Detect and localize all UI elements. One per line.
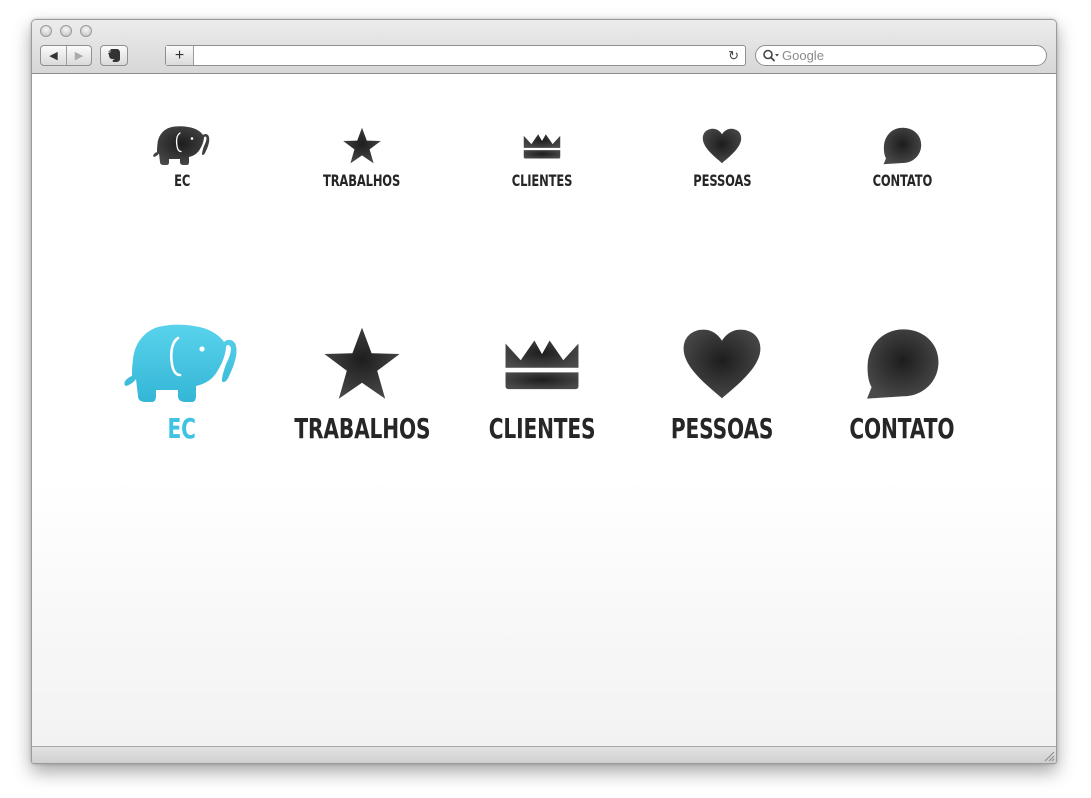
- nav-large-item-clientes[interactable]: CLIENTES: [462, 324, 622, 445]
- nav-large-label: PESSOAS: [670, 412, 774, 445]
- speech-bubble-icon: [864, 324, 940, 404]
- crown-icon: [523, 134, 561, 159]
- heart-icon: [682, 324, 762, 404]
- nav-small-label: CONTATO: [872, 171, 932, 190]
- nav-small-item-ec[interactable]: EC: [137, 126, 227, 190]
- address-bar[interactable]: + ↻: [165, 45, 746, 66]
- nav-large-item-pessoas[interactable]: PESSOAS: [642, 324, 802, 445]
- minimize-window-button[interactable]: [60, 25, 72, 37]
- nav-small-label: TRABALHOS: [323, 171, 401, 190]
- search-input[interactable]: [782, 47, 1037, 64]
- evernote-extension-button[interactable]: [100, 45, 128, 66]
- nav-large-item-trabalhos[interactable]: TRABALHOS: [282, 324, 442, 445]
- nav-small-item-trabalhos[interactable]: TRABALHOS: [302, 126, 422, 190]
- forward-button[interactable]: ▶: [65, 46, 91, 65]
- star-icon: [322, 324, 402, 404]
- nav-large-item-ec[interactable]: EC: [122, 324, 242, 445]
- status-bar: [32, 746, 1056, 763]
- elephant-icon: [152, 126, 212, 166]
- search-icon: [763, 49, 779, 62]
- page-content: EC TRABALHOS CLIENTES PESSOAS CONTATO EC…: [32, 74, 1056, 747]
- browser-toolbar: ◀ ▶ + ↻: [32, 20, 1056, 74]
- search-field[interactable]: [755, 45, 1047, 66]
- nav-large-label: TRABALHOS: [294, 412, 430, 445]
- resize-grip-icon[interactable]: [1043, 750, 1055, 762]
- crown-icon: [505, 340, 579, 390]
- nav-large-label: EC: [167, 412, 197, 445]
- nav-large-item-contato[interactable]: CONTATO: [822, 324, 982, 445]
- evernote-icon: [101, 46, 127, 65]
- back-button[interactable]: ◀: [41, 46, 66, 65]
- nav-large-label: CLIENTES: [488, 412, 596, 445]
- browser-window: ◀ ▶ + ↻ EC: [31, 19, 1057, 764]
- history-buttons: ◀ ▶: [40, 45, 92, 66]
- star-icon: [342, 126, 382, 166]
- add-bookmark-button[interactable]: +: [166, 46, 194, 65]
- nav-small-item-pessoas[interactable]: PESSOAS: [662, 126, 782, 190]
- nav-small-label: PESSOAS: [692, 171, 752, 190]
- nav-small-item-clientes[interactable]: CLIENTES: [482, 126, 602, 190]
- close-window-button[interactable]: [40, 25, 52, 37]
- speech-bubble-icon: [882, 126, 922, 166]
- elephant-icon: [122, 324, 242, 404]
- heart-icon: [702, 126, 742, 166]
- zoom-window-button[interactable]: [80, 25, 92, 37]
- nav-large-label: CONTATO: [849, 412, 955, 445]
- reload-icon[interactable]: ↻: [728, 48, 739, 64]
- nav-small-label: EC: [173, 171, 191, 190]
- nav-small-item-contato[interactable]: CONTATO: [842, 126, 962, 190]
- nav-small-label: CLIENTES: [511, 171, 573, 190]
